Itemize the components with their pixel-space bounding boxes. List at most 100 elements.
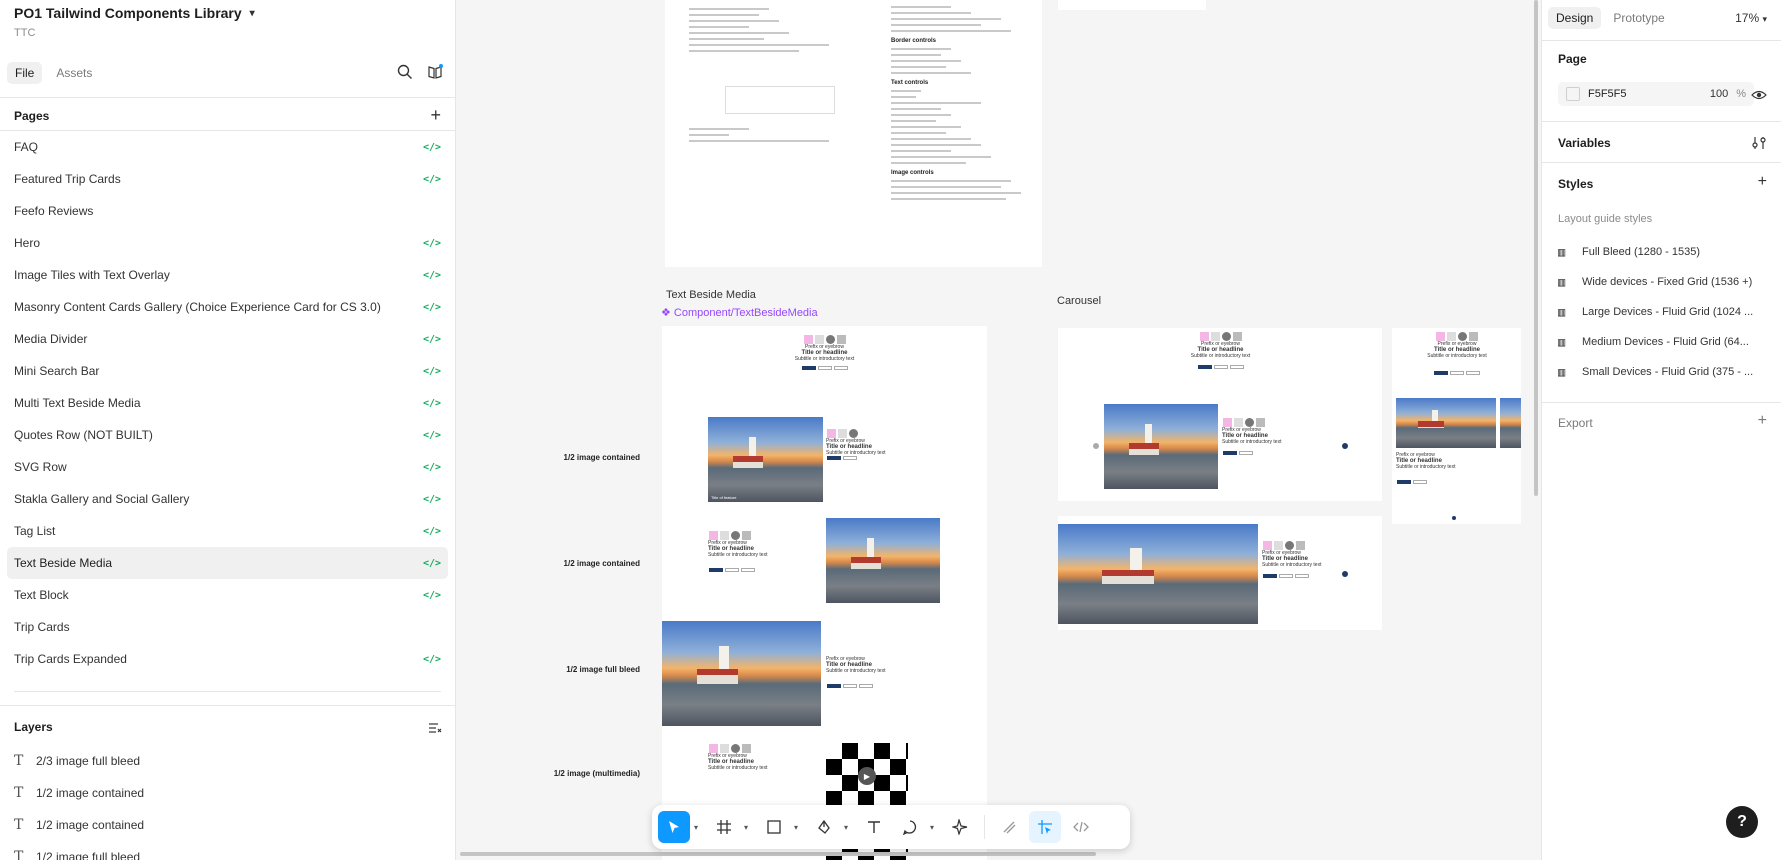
search-icon[interactable] — [397, 64, 413, 80]
fill-hex-input[interactable]: F5F5F5 — [1588, 88, 1702, 100]
chevron-down-icon[interactable]: ▾ — [744, 823, 754, 832]
page-item[interactable]: Media Divider </> — [7, 323, 448, 355]
dev-ready-icon: </> — [422, 429, 441, 441]
page-item[interactable]: Text Beside Media </> — [7, 547, 448, 579]
horizontal-scrollbar[interactable] — [460, 852, 1096, 856]
lighthouse-image — [1396, 398, 1496, 448]
eye-icon[interactable] — [1751, 87, 1767, 103]
layout-guide-style[interactable]: ▥ Wide devices - Fixed Grid (1536 +) — [1558, 267, 1772, 297]
layout-grid-icon: ▥ — [1558, 305, 1566, 319]
add-style-icon[interactable]: + — [1758, 173, 1767, 191]
dev-mode-button[interactable] — [1065, 811, 1097, 843]
variables-title[interactable]: Variables — [1558, 136, 1611, 150]
carousel-frame-contained[interactable]: Prefix or eyebrow Title or headline Subt… — [1058, 328, 1382, 501]
dev-ready-icon: </> — [422, 461, 441, 473]
styles-title: Styles — [1558, 177, 1594, 191]
layout-guide-label: Small Devices - Fluid Grid (375 - ... — [1582, 366, 1754, 378]
layout-guide-style[interactable]: ▥ Small Devices - Fluid Grid (375 - ... — [1558, 357, 1772, 387]
toolbar-divider — [984, 815, 985, 839]
canvas[interactable]: Border controls Text controls Image cont… — [457, 0, 1540, 860]
library-icon[interactable] — [427, 64, 443, 80]
dev-ready-icon: </> — [422, 525, 441, 537]
comment-icon — [902, 820, 917, 835]
layout-guide-label: Medium Devices - Fluid Grid (64... — [1582, 336, 1749, 348]
color-swatch[interactable] — [1566, 87, 1580, 101]
layer-item[interactable]: T 1/2 image full bleed — [14, 841, 441, 860]
design-mode-button[interactable] — [1029, 811, 1061, 843]
page-item[interactable]: Image Tiles with Text Overlay </> — [7, 259, 448, 291]
page-item[interactable]: Stakla Gallery and Social Gallery </> — [7, 483, 448, 515]
component-label[interactable]: ❖ Component/TextBesideMedia — [661, 306, 818, 319]
layout-grid-icon: ▥ — [1558, 365, 1566, 379]
page-fill-row[interactable]: F5F5F5 100 % — [1558, 82, 1754, 106]
layer-item[interactable]: T 2/3 image full bleed — [14, 745, 441, 777]
tab-file[interactable]: File — [7, 62, 43, 84]
page-item[interactable]: Multi Text Beside Media </> — [7, 387, 448, 419]
layout-guide-style[interactable]: ▥ Full Bleed (1280 - 1535) — [1558, 237, 1772, 267]
vertical-scrollbar[interactable] — [1534, 0, 1538, 496]
dev-ready-icon: </> — [422, 493, 441, 505]
move-tool[interactable] — [658, 811, 690, 843]
layout-guide-label: Full Bleed (1280 - 1535) — [1582, 246, 1701, 258]
play-icon[interactable]: ▶ — [858, 767, 876, 785]
page-item[interactable]: Tag List </> — [7, 515, 448, 547]
tab-assets[interactable]: Assets — [48, 62, 100, 84]
page-item[interactable]: SVG Row </> — [7, 451, 448, 483]
page-item[interactable]: Featured Trip Cards </> — [7, 163, 448, 195]
page-item[interactable]: Masonry Content Cards Gallery (Choice Ex… — [7, 291, 448, 323]
draw-mode-button[interactable] — [993, 811, 1025, 843]
zoom-dropdown[interactable]: 17% ▾ — [1735, 11, 1767, 25]
mini-subtitle: Subtitle or introductory text — [708, 765, 768, 771]
add-page-icon[interactable]: + — [430, 106, 441, 124]
actions-tool[interactable] — [944, 811, 976, 843]
documentation-frame[interactable]: Border controls Text controls Image cont… — [665, 0, 1042, 267]
page-item[interactable]: Text Block </> — [7, 579, 448, 611]
pagination-dot[interactable] — [1452, 516, 1456, 520]
help-button[interactable]: ? — [1726, 806, 1758, 838]
chevron-down-icon[interactable]: ▾ — [844, 823, 854, 832]
carousel-next-dot[interactable] — [1342, 443, 1348, 449]
page-item[interactable]: Quotes Row (NOT BUILT) </> — [7, 419, 448, 451]
collapse-layers-icon[interactable] — [427, 720, 443, 736]
layer-item[interactable]: T 1/2 image contained — [14, 777, 441, 809]
carousel-doc-frame[interactable] — [1058, 0, 1206, 10]
tab-design[interactable]: Design — [1548, 7, 1602, 29]
fill-opacity-input[interactable]: 100 — [1710, 88, 1728, 100]
shape-tool[interactable] — [758, 811, 790, 843]
layout-guide-style[interactable]: ▥ Medium Devices - Fluid Grid (64... — [1558, 327, 1772, 357]
add-export-icon[interactable]: + — [1758, 412, 1767, 430]
text-tool[interactable] — [858, 811, 890, 843]
tab-prototype[interactable]: Prototype — [1605, 7, 1672, 29]
page-item[interactable]: Hero </> — [7, 227, 448, 259]
frame-label-carousel[interactable]: Carousel — [1057, 295, 1101, 307]
frame-label-text-beside-media[interactable]: Text Beside Media — [666, 289, 756, 301]
layout-guide-style[interactable]: ▥ Large Devices - Fluid Grid (1024 ... — [1558, 297, 1772, 327]
page-item[interactable]: Feefo Reviews — [7, 195, 448, 227]
page-item[interactable]: Trip Cards — [7, 611, 448, 643]
page-item[interactable]: Trip Cards Expanded </> — [7, 643, 448, 675]
page-item[interactable]: FAQ </> — [7, 131, 448, 163]
chevron-down-icon[interactable]: ▾ — [250, 8, 255, 19]
page-item[interactable]: Mini Search Bar </> — [7, 355, 448, 387]
chevron-down-icon[interactable]: ▾ — [930, 823, 940, 832]
carousel-prev-dot[interactable] — [1093, 443, 1099, 449]
layer-item-label: 1/2 image contained — [36, 818, 145, 832]
carousel-frame-full-bleed[interactable]: Prefix or eyebrow Title or headline Subt… — [1058, 516, 1382, 630]
lighthouse-image — [662, 621, 821, 726]
text-beside-media-frame[interactable]: Prefix or eyebrow Title or headline Subt… — [662, 326, 987, 860]
chevron-down-icon: ▾ — [1762, 14, 1767, 24]
layout-grid-icon: ▥ — [1558, 335, 1566, 349]
project-title[interactable]: PO1 Tailwind Components Library ▾ — [14, 5, 255, 21]
lighthouse-image — [826, 518, 940, 603]
frame-tool[interactable] — [708, 811, 740, 843]
pages-list: FAQ </> Featured Trip Cards </> Feefo Review… — [7, 131, 448, 675]
chevron-down-icon[interactable]: ▾ — [694, 823, 704, 832]
carousel-next-dot[interactable] — [1342, 571, 1348, 577]
chevron-down-icon[interactable]: ▾ — [794, 823, 804, 832]
carousel-frame-mobile[interactable]: Prefix or eyebrow Title or headline Subt… — [1392, 328, 1521, 524]
lighthouse-image: Title of feature — [708, 417, 823, 502]
pen-tool[interactable] — [808, 811, 840, 843]
comment-tool[interactable] — [894, 811, 926, 843]
layer-item[interactable]: T 1/2 image contained — [14, 809, 441, 841]
variables-icon[interactable] — [1751, 135, 1767, 151]
